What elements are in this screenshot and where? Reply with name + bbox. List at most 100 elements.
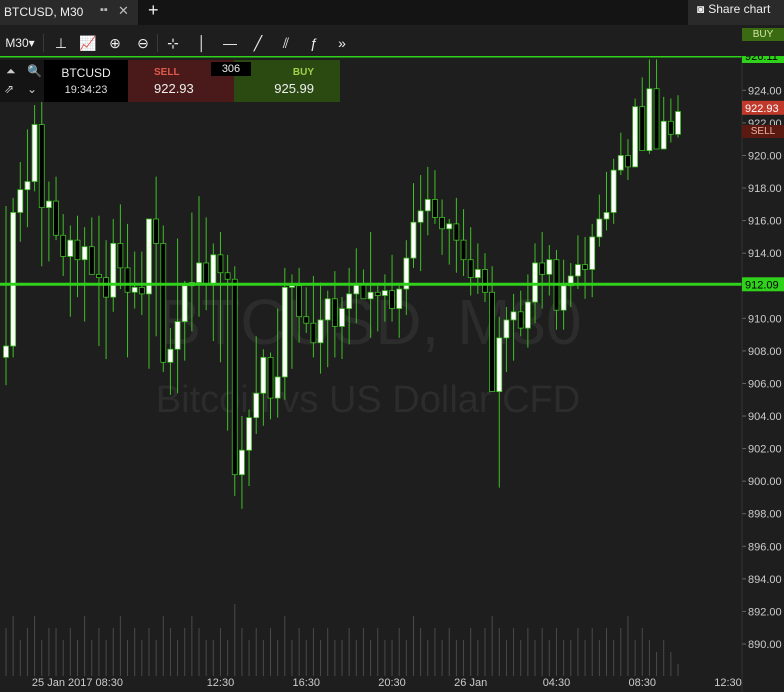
buy-axis-badge[interactable]: BUY xyxy=(742,28,784,41)
price-tick-label: 914.00 xyxy=(748,248,782,260)
candle-body xyxy=(267,357,274,399)
share-chart-button[interactable]: ◙ Share chart xyxy=(688,0,784,25)
candle-body xyxy=(174,321,181,350)
toolbar-divider xyxy=(157,34,158,52)
time-tick-label: 20:30 xyxy=(378,677,406,689)
fast-forward-icon[interactable]: » xyxy=(329,30,355,56)
time-tick-label: 04:30 xyxy=(543,677,571,689)
candle-body xyxy=(632,106,639,168)
collapse-icon[interactable]: ⏶ xyxy=(6,64,16,79)
price-axis: 926.00924.00922.00920.00918.00916.00914.… xyxy=(741,56,784,692)
candle-body xyxy=(17,189,24,213)
close-icon[interactable]: ✕ xyxy=(118,3,129,19)
volume-bars xyxy=(5,604,679,676)
candle-body xyxy=(74,239,81,261)
candle-body xyxy=(110,243,117,298)
candle-body xyxy=(675,111,681,135)
time-tick-label: 08:30 xyxy=(628,677,656,689)
candle-body xyxy=(339,308,345,327)
interval-label: M30 xyxy=(5,36,29,50)
candle-body xyxy=(482,269,488,293)
trade-symbol: BTCUSD 19:34:23 xyxy=(44,60,128,102)
search-icon[interactable]: 🔍 xyxy=(27,64,42,78)
price-tick-label: 904.00 xyxy=(748,411,782,423)
time-tick-label: 25 Jan 2017 08:30 xyxy=(32,677,123,689)
candle-body xyxy=(167,348,174,363)
candle-body xyxy=(96,273,102,279)
candle-body xyxy=(424,199,431,212)
candle-body xyxy=(289,285,295,288)
layout-grid-icon[interactable]: ▪▪ xyxy=(100,4,108,16)
candle-body xyxy=(281,286,288,378)
trade-panel: ⏶ 🔍 ⇗ ⌄ BTCUSD 19:34:23 SELL 922.93 BUY … xyxy=(0,60,340,102)
add-tab-icon[interactable]: + xyxy=(148,0,159,21)
trade-panel-controls: ⏶ 🔍 ⇗ ⌄ xyxy=(0,60,44,102)
line-top-price: 926.11 xyxy=(745,56,778,63)
sell-label: SELL xyxy=(154,67,180,78)
chart-tab[interactable]: BTCUSD, M30 ▪▪ ✕ xyxy=(0,0,139,25)
candle-body xyxy=(217,254,224,274)
candle-body xyxy=(646,88,653,152)
sell-axis-badge[interactable]: SELL xyxy=(742,125,784,138)
candle-body xyxy=(310,322,317,344)
candle-body xyxy=(446,223,453,230)
candle-body xyxy=(453,223,460,241)
line-bottom-price: 912.09 xyxy=(745,279,779,291)
candle-body xyxy=(381,290,388,296)
crosshair-icon[interactable]: ⊹ xyxy=(160,30,186,56)
crosshair-axis-icon[interactable]: ⊥ xyxy=(48,30,74,56)
trend-line-icon[interactable]: ╱ xyxy=(245,30,271,56)
candle-body xyxy=(253,392,260,419)
candle-body xyxy=(53,200,59,236)
price-tick-label: 890.00 xyxy=(748,639,782,651)
candle-body xyxy=(324,298,331,321)
candle-body xyxy=(489,291,496,393)
tab-title: BTCUSD, M30 xyxy=(4,5,84,19)
candle-body xyxy=(210,254,217,285)
candle-body xyxy=(389,290,395,309)
candle-body xyxy=(239,449,245,476)
price-tick-label: 902.00 xyxy=(748,444,782,456)
candle-body xyxy=(517,311,524,329)
candle-body xyxy=(231,278,238,476)
candle-body xyxy=(138,286,145,295)
candle-body xyxy=(410,221,417,259)
candle-body xyxy=(417,210,424,223)
candle-body xyxy=(360,283,367,300)
candle-body xyxy=(596,218,603,238)
candle-body xyxy=(432,199,438,218)
tab-bar: BTCUSD, M30 ▪▪ ✕ + ◙ Share chart xyxy=(0,0,784,25)
zoom-in-icon[interactable]: ⊕ xyxy=(102,30,128,56)
candle-body xyxy=(3,345,9,358)
zoom-out-icon[interactable]: ⊖ xyxy=(130,30,156,56)
chart-toolbar: M30▾ ⊥ 📈 ⊕ ⊖ ⊹ │ — ╱ ⫽ ƒ » xyxy=(0,30,360,56)
chart-area[interactable]: BTCUSD, M30 Bitcoin vs US Dollar CFD 926… xyxy=(0,56,784,692)
candle-body xyxy=(474,269,481,279)
price-tick-label: 924.00 xyxy=(748,85,782,97)
candle-body xyxy=(660,120,667,150)
interval-dropdown[interactable]: M30▾ xyxy=(0,30,40,56)
candle-body xyxy=(103,277,109,298)
price-tick-label: 910.00 xyxy=(748,313,782,325)
candle-body xyxy=(460,239,467,261)
sell-price: 922.93 xyxy=(154,81,194,96)
toolbar-divider xyxy=(43,34,44,52)
time-tick-label: 16:30 xyxy=(292,677,320,689)
vertical-line-icon[interactable]: │ xyxy=(189,30,215,56)
fibonacci-icon[interactable]: ⫽ xyxy=(273,30,299,56)
time-axis: 25 Jan 2017 08:30 12:30 16:30 20:30 26 Jan 04… xyxy=(32,677,742,689)
buy-label: BUY xyxy=(292,67,314,78)
price-chart[interactable]: BTCUSD, M30 Bitcoin vs US Dollar CFD 926… xyxy=(0,56,784,692)
price-tick-label: 918.00 xyxy=(748,183,782,195)
candle-body xyxy=(346,293,353,309)
horizontal-line-icon[interactable]: — xyxy=(217,30,243,56)
chart-type-icon[interactable]: 📈 xyxy=(75,30,101,56)
indicator-icon[interactable]: ƒ xyxy=(301,30,327,56)
chevron-down-icon[interactable]: ⌄ xyxy=(27,82,37,96)
candle-body xyxy=(496,337,503,393)
candle-body xyxy=(331,298,338,327)
candle-body xyxy=(653,88,660,150)
external-link-icon[interactable]: ⇗ xyxy=(4,82,14,96)
candle-body xyxy=(153,218,160,244)
candle-body xyxy=(67,239,74,257)
